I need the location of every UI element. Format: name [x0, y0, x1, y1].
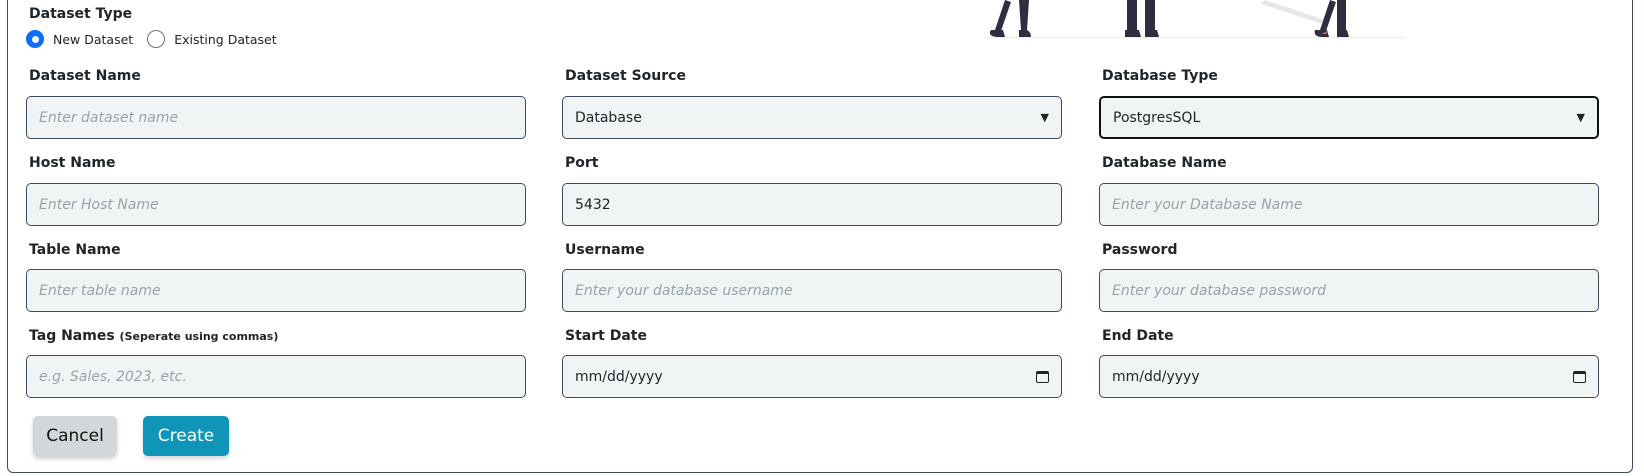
- host-name-input[interactable]: [26, 183, 526, 226]
- password-label: Password: [1102, 242, 1178, 258]
- end-date-value: mm/dd/yyyy: [1112, 368, 1200, 385]
- dataset-name-input[interactable]: [26, 96, 526, 139]
- people-illustration-svg: [985, 0, 1405, 38]
- new-dataset-radio[interactable]: [26, 30, 44, 48]
- host-name-label: Host Name: [29, 155, 116, 171]
- existing-dataset-radio[interactable]: [147, 30, 166, 48]
- dataset-source-select[interactable]: Database ▼: [562, 96, 1062, 139]
- tag-names-label-group: Tag Names (Seperate using commas): [29, 328, 278, 344]
- create-dataset-card: [7, 0, 1633, 473]
- chevron-down-icon: ▼: [1040, 111, 1049, 124]
- port-label: Port: [565, 155, 599, 171]
- end-date-label: End Date: [1102, 328, 1174, 344]
- dataset-source-label: Dataset Source: [565, 68, 686, 84]
- people-illustration: [985, 0, 1445, 42]
- new-dataset-radio-label[interactable]: New Dataset: [53, 32, 133, 47]
- chevron-down-icon: ▼: [1576, 111, 1585, 124]
- password-input[interactable]: [1099, 269, 1599, 312]
- username-input[interactable]: [562, 269, 1062, 312]
- table-name-input[interactable]: [26, 269, 526, 312]
- database-type-label: Database Type: [1102, 68, 1218, 84]
- existing-dataset-radio-label[interactable]: Existing Dataset: [174, 32, 276, 47]
- calendar-icon[interactable]: [1036, 370, 1049, 383]
- end-date-input[interactable]: mm/dd/yyyy: [1099, 355, 1599, 398]
- calendar-icon[interactable]: [1573, 370, 1586, 383]
- dataset-source-value: Database: [575, 109, 642, 126]
- create-button[interactable]: Create: [143, 416, 229, 456]
- tag-names-label: Tag Names: [29, 328, 115, 344]
- tag-names-input[interactable]: [26, 355, 526, 398]
- database-name-input[interactable]: [1099, 183, 1599, 226]
- dataset-type-radio-group: New Dataset Existing Dataset: [26, 30, 291, 48]
- start-date-value: mm/dd/yyyy: [575, 368, 663, 385]
- database-type-value: PostgresSQL: [1113, 109, 1201, 126]
- dataset-name-label: Dataset Name: [29, 68, 141, 84]
- database-name-label: Database Name: [1102, 155, 1227, 171]
- username-label: Username: [565, 242, 645, 258]
- start-date-label: Start Date: [565, 328, 647, 344]
- dataset-type-label: Dataset Type: [29, 6, 133, 22]
- port-input[interactable]: [562, 183, 1062, 226]
- cancel-button[interactable]: Cancel: [33, 416, 117, 456]
- table-name-label: Table Name: [29, 242, 121, 258]
- start-date-input[interactable]: mm/dd/yyyy: [562, 355, 1062, 398]
- database-type-select[interactable]: PostgresSQL ▼: [1099, 96, 1599, 139]
- tag-names-hint: (Seperate using commas): [119, 330, 279, 343]
